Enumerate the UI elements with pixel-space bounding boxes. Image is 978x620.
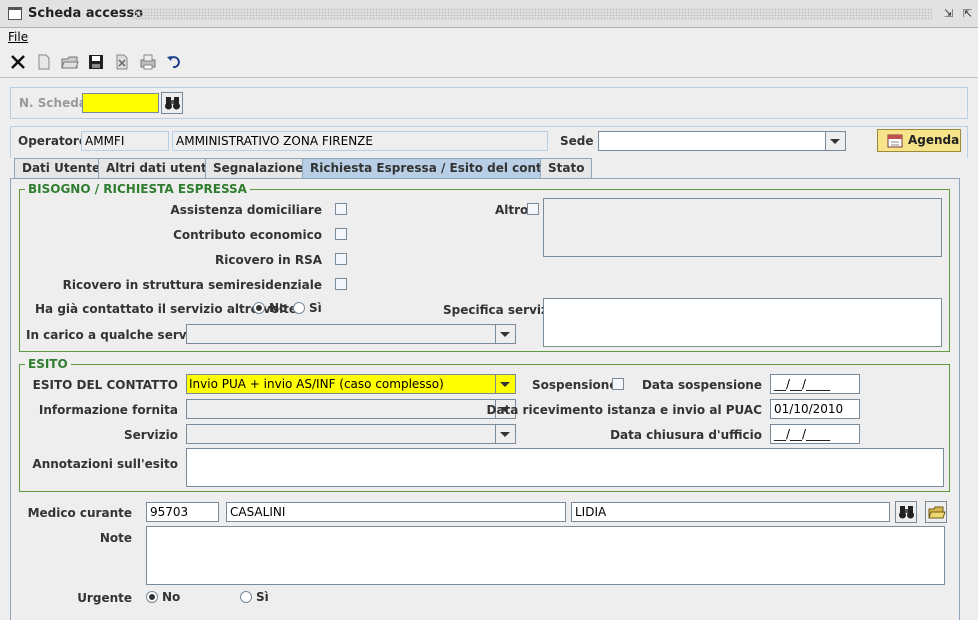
urgente-no-radio[interactable] [146,591,158,603]
ricovero-semi-checkbox[interactable] [335,278,347,290]
urgente-si-radio[interactable] [240,591,252,603]
maximize-icon[interactable]: ⇱ [963,8,975,20]
save-icon[interactable] [86,52,106,72]
esito-contatto-label: ESITO DEL CONTATTO [32,378,178,392]
sospensione-checkbox[interactable] [612,378,624,390]
contattato-si-radio[interactable] [293,302,305,314]
servizio-label: Servizio [124,428,178,442]
title-texture [132,8,932,20]
scheda-label: N. Scheda [19,96,87,110]
data-chiusura-field[interactable]: __/__/____ [770,424,860,444]
specifica-textarea[interactable] [543,298,942,347]
specifica-label: Specifica servizi [443,303,553,317]
ricovero-rsa-label: Ricovero in RSA [214,253,322,267]
annotazioni-label: Annotazioni sull'esito [32,457,178,471]
binoculars-icon [164,95,181,114]
altro-textarea[interactable] [543,198,942,257]
operatore-label: Operatore [18,134,87,148]
minimize-icon[interactable]: ⇲ [944,8,956,20]
esito-title: ESITO [25,357,71,371]
contributo-label: Contributo economico [173,228,322,242]
annotazioni-textarea[interactable] [186,448,944,487]
open-icon[interactable] [60,52,80,72]
contattato-no-radio[interactable] [253,302,265,314]
sede-label: Sede [560,134,594,148]
assistenza-label: Assistenza domiciliare [170,203,322,217]
chevron-down-icon [825,132,845,150]
bisogno-title: BISOGNO / RICHIESTA ESPRESSA [25,182,250,196]
contattato-si-label: Sì [309,301,322,315]
delete-icon[interactable] [8,52,28,72]
informazione-label: Informazione fornita [38,403,178,417]
chevron-down-icon [495,325,515,343]
urgente-no-label: No [162,590,181,604]
window-title: Scheda accesso [28,6,144,21]
in-carico-label: In carico a qualche servizio [26,328,211,342]
tab-stato[interactable]: Stato [540,158,593,178]
medico-label: Medico curante [27,506,132,520]
calendar-icon [887,133,903,151]
medico-nome-field[interactable]: LIDIA [571,502,890,522]
note-textarea[interactable] [146,526,945,585]
data-ricevimento-label: Data ricevimento istanza e invio al PUAC [486,403,762,417]
scheda-field[interactable] [82,93,159,113]
folder-open-icon [928,505,946,524]
ricovero-semi-label: Ricovero in struttura semiresidenziale [62,278,322,292]
esito-contatto-select[interactable]: Invio PUA + invio AS/INF (caso complesso… [186,374,516,394]
agenda-label: Agenda [908,133,960,147]
tab-segnalazione[interactable]: Segnalazione [205,158,312,178]
data-chiusura-label: Data chiusura d'ufficio [610,428,762,442]
medico-search-button[interactable] [895,501,917,523]
tab-richiesta-espressa[interactable]: Richiesta Espressa / Esito del contatto [302,158,578,179]
urgente-label: Urgente [77,591,132,605]
data-sospensione-field[interactable]: __/__/____ [770,374,860,394]
clear-icon[interactable] [112,52,132,72]
title-bar: Scheda accesso ⇲ ⇱ [0,0,978,28]
informazione-select[interactable] [186,399,516,419]
in-carico-select[interactable] [186,324,516,344]
undo-icon[interactable] [164,52,184,72]
new-icon[interactable] [34,52,54,72]
assistenza-checkbox[interactable] [335,203,347,215]
data-ricevimento-field[interactable]: 01/10/2010 [770,399,860,419]
contributo-checkbox[interactable] [335,228,347,240]
data-sospensione-label: Data sospensione [641,378,762,392]
print-icon[interactable] [138,52,158,72]
altro-checkbox[interactable] [527,203,539,215]
altro-label: Altro [495,203,529,217]
agenda-button[interactable]: Agenda [877,129,961,152]
menu-file[interactable]: File [8,30,28,44]
servizio-select[interactable] [186,424,516,444]
note-label: Note [99,531,132,545]
operatore-name: AMMINISTRATIVO ZONA FIRENZE [172,131,548,151]
menu-bar: File [0,28,978,48]
chevron-down-icon [495,375,515,393]
sospensione-label: Sospensione [532,378,618,392]
window-icon [8,7,22,20]
medico-code-field[interactable]: 95703 [146,502,219,522]
medico-cognome-field[interactable]: CASALINI [226,502,566,522]
operatore-code: AMMFI [81,131,169,151]
scheda-search-button[interactable] [161,92,183,114]
chevron-down-icon [495,425,515,443]
binoculars-icon [898,504,915,523]
urgente-si-label: Sì [256,590,269,604]
medico-open-button[interactable] [925,501,947,523]
ricovero-rsa-checkbox[interactable] [335,253,347,265]
tab-dati-utente[interactable]: Dati Utente [14,158,109,178]
contattato-no-label: No [269,301,288,315]
sede-select[interactable] [598,131,846,151]
